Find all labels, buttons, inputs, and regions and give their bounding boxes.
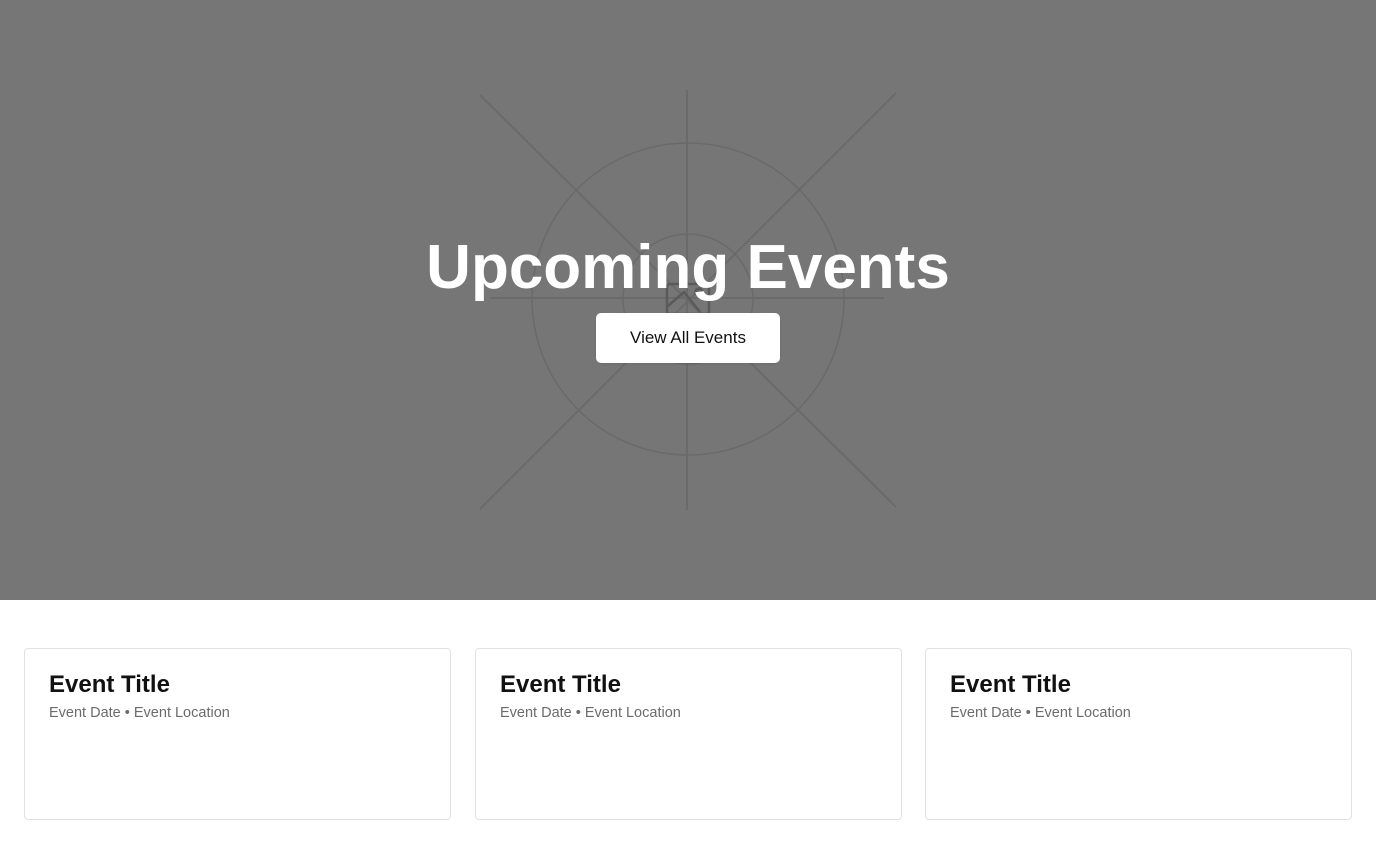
page-title: Upcoming Events <box>426 233 950 302</box>
event-meta: Event Date • Event Location <box>500 703 681 723</box>
meta-separator: • <box>575 705 581 721</box>
event-location: Event Location <box>133 705 230 721</box>
event-location: Event Location <box>1034 705 1131 721</box>
event-title[interactable]: Event Title <box>49 669 170 701</box>
meta-separator: • <box>124 705 130 721</box>
event-card[interactable]: Event Title Event Date • Event Location <box>24 648 451 820</box>
view-all-events-button[interactable]: View All Events <box>596 313 780 363</box>
event-date: Event Date <box>49 705 121 721</box>
event-title[interactable]: Event Title <box>950 669 1071 701</box>
event-meta: Event Date • Event Location <box>950 703 1131 723</box>
event-title[interactable]: Event Title <box>500 669 621 701</box>
event-date: Event Date <box>500 705 572 721</box>
event-meta: Event Date • Event Location <box>49 703 230 723</box>
event-card[interactable]: Event Title Event Date • Event Location <box>925 648 1352 820</box>
event-cards: Event Title Event Date • Event Location … <box>24 648 1352 820</box>
event-card[interactable]: Event Title Event Date • Event Location <box>475 648 902 820</box>
event-date: Event Date <box>950 705 1022 721</box>
event-location: Event Location <box>584 705 681 721</box>
meta-separator: • <box>1025 705 1031 721</box>
hero-banner: Upcoming Events View All Events <box>0 0 1376 600</box>
